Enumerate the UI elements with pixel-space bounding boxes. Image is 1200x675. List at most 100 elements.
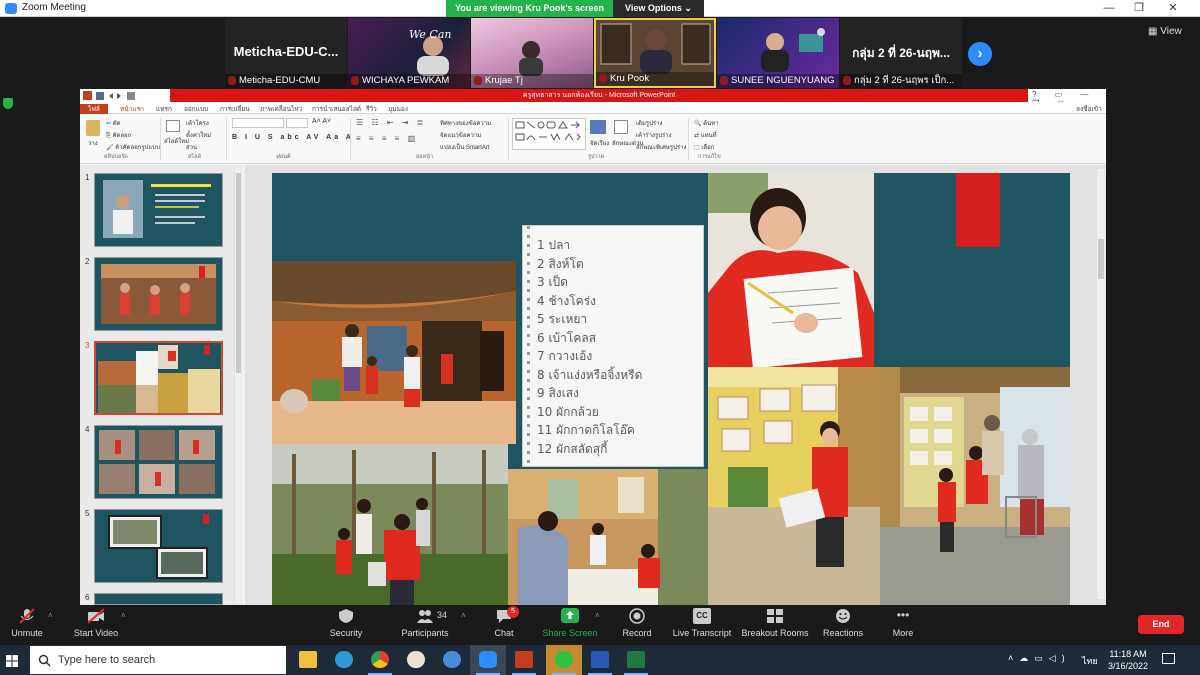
participant-tile[interactable]: Meticha-EDU-C... Meticha-EDU-CMU	[225, 18, 347, 88]
arrange-icon[interactable]	[590, 120, 606, 134]
copy-button[interactable]: ⎘ คัดลอก	[106, 130, 131, 140]
current-slide[interactable]: 1 ปลา 2 สิงห์โต 3 เป็ด 4 ช้างโคร่ง 5 ระเ…	[272, 173, 1070, 605]
participant-tile[interactable]: Krujae Tj	[471, 18, 593, 88]
participant-tile[interactable]: We Can WICHAYA PEWKAM	[348, 18, 470, 88]
security-button[interactable]: Security	[311, 608, 381, 638]
paste-icon[interactable]	[86, 120, 100, 136]
editor-scrollbar[interactable]	[1097, 169, 1105, 599]
input-language-indicator[interactable]: ไทย	[1082, 654, 1098, 668]
slide-pane-scrollbar[interactable]	[234, 167, 241, 603]
shape-outline-button[interactable]: เค้าร่างรูปร่าง	[636, 130, 672, 140]
quick-access-toolbar[interactable]	[83, 91, 163, 101]
tab-view[interactable]: มุมมอง	[388, 104, 408, 114]
tab-design[interactable]: ออกแบบ	[184, 104, 208, 114]
slide-thumbnail-2[interactable]	[94, 257, 223, 331]
record-button[interactable]: Record	[602, 608, 672, 638]
shape-fill-button[interactable]: เติมรูปร่าง	[636, 118, 662, 128]
windows-start-icon[interactable]	[6, 654, 18, 672]
slide-4-preview	[99, 430, 215, 494]
participant-tile-active-speaker[interactable]: Kru Pook	[594, 18, 716, 88]
chat-button[interactable]: 5 Chat	[469, 606, 539, 638]
live-transcript-button[interactable]: CC Live Transcript	[667, 608, 737, 638]
paste-button[interactable]: วาง	[88, 138, 98, 148]
scrollbar-thumb[interactable]	[1098, 239, 1104, 279]
shapes-gallery[interactable]	[512, 118, 586, 150]
font-name-dropdown[interactable]	[232, 118, 284, 128]
slide-1-preview	[103, 180, 211, 238]
smartart-button[interactable]: แปลงเป็น SmartArt	[440, 142, 490, 152]
paint-taskbar-icon[interactable]	[398, 645, 434, 675]
layout-button[interactable]: เค้าโครง	[186, 118, 209, 128]
ppt-ribbon-tabs: ไฟล์ หน้าแรก แทรก ออกแบบ การเปลี่ยน ภาพเ…	[80, 102, 1106, 123]
audio-options-caret-icon[interactable]: ˄	[48, 611, 53, 620]
tab-review[interactable]: รีวิว	[366, 104, 377, 114]
line-taskbar-icon[interactable]	[546, 645, 582, 675]
reset-button[interactable]: ตั้งค่าใหม่	[186, 130, 211, 140]
slide-thumbnail-6[interactable]	[94, 593, 223, 605]
encryption-shield-icon	[3, 98, 13, 109]
participants-button[interactable]: 34 Participants	[390, 608, 460, 638]
video-options-caret-icon[interactable]: ˄	[121, 611, 126, 620]
tab-animations[interactable]: ภาพเคลื่อนไหว	[260, 104, 302, 114]
arrange-button[interactable]: จัดเรียง	[590, 138, 609, 148]
minimize-button[interactable]: —	[1092, 0, 1126, 17]
slide-3-preview	[98, 345, 220, 413]
participant-tile[interactable]: SUNEE NGUENYUANG	[717, 18, 839, 88]
view-layout-button[interactable]: ▦ View	[1148, 26, 1182, 37]
system-tray-icons[interactable]: ˄☁▭◁)	[1008, 653, 1071, 664]
shape-effects-button[interactable]: ลักษณะพิเศษรูปร่าง	[636, 142, 686, 152]
share-options-caret-icon[interactable]: ˄	[595, 611, 600, 620]
maximize-button[interactable]: ❐	[1122, 0, 1156, 17]
font-style-buttons[interactable]: B I U S abc AV Aa A	[232, 134, 354, 141]
align-buttons[interactable]: ≡ ≡ ≡ ≡ ▥	[356, 134, 418, 143]
cut-button[interactable]: ✂ ตัด	[106, 118, 121, 128]
tab-slideshow[interactable]: การนำเสนอสไลด์	[312, 104, 361, 114]
zoom-taskbar-icon[interactable]	[470, 645, 506, 675]
format-painter-button[interactable]: 🖌 ตัวคัดลอกรูปแบบ	[106, 142, 160, 152]
slide-thumbnail-3-selected[interactable]	[94, 341, 223, 415]
chrome-taskbar-icon[interactable]	[362, 645, 398, 675]
excel-taskbar-icon[interactable]	[618, 645, 654, 675]
end-meeting-button[interactable]: End	[1138, 615, 1184, 634]
slide-number: 5	[85, 509, 90, 518]
font-size-dropdown[interactable]	[286, 118, 308, 128]
more-button[interactable]: ••• More	[868, 608, 938, 638]
section-button[interactable]: ส่วน	[186, 142, 197, 152]
view-options-button[interactable]: View Options ⌄	[613, 0, 704, 17]
tab-transitions[interactable]: การเปลี่ยน	[220, 104, 250, 114]
quick-styles-icon[interactable]	[614, 120, 628, 134]
scrollbar-thumb[interactable]	[236, 173, 241, 373]
participant-tile[interactable]: กลุ่ม 2 ที่ 26-นฤพ... กลุ่ม 2 ที่ 26-นฤพ…	[840, 18, 962, 88]
tab-insert[interactable]: แทรก	[156, 104, 172, 114]
select-button[interactable]: ⬚ เลือก	[694, 142, 714, 152]
replace-button[interactable]: ⇄ แทนที่	[694, 130, 717, 140]
notifications-icon[interactable]	[1162, 653, 1175, 664]
find-button[interactable]: 🔍 ค้นหา	[694, 118, 719, 128]
share-screen-icon	[561, 608, 579, 624]
chat-unread-badge: 5	[507, 606, 519, 618]
ppt-ribbon: วาง ✂ ตัด ⎘ คัดลอก 🖌 ตัวคัดลอกรูปแบบ คลิ…	[80, 114, 1106, 164]
list-buttons[interactable]: ☰ ☷ ⇤ ⇥ ≣	[356, 118, 426, 127]
text-direction-button[interactable]: ทิศทางของข้อความ	[440, 118, 491, 128]
participant-name: WICHAYA PEWKAM	[348, 74, 470, 88]
new-slide-icon[interactable]	[166, 120, 180, 132]
breakout-rooms-button[interactable]: Breakout Rooms	[740, 608, 810, 638]
file-explorer-taskbar-icon[interactable]	[290, 645, 326, 675]
group-editing-label: การแก้ไข	[698, 154, 721, 160]
taskbar-search-box[interactable]: Type here to search	[30, 646, 286, 674]
group-slides-label: สไลด์	[188, 154, 202, 160]
participants-caret-icon[interactable]: ˄	[461, 611, 466, 620]
slide-thumbnail-4[interactable]	[94, 425, 223, 499]
browser-taskbar-icon[interactable]	[434, 645, 470, 675]
align-text-button[interactable]: จัดแนวข้อความ	[440, 130, 481, 140]
word-taskbar-icon[interactable]	[582, 645, 618, 675]
grow-shrink-font-buttons[interactable]: A˄ A˅	[312, 118, 331, 125]
taskbar-clock[interactable]: 11:18 AM 3/16/2022	[1100, 648, 1156, 672]
slide-thumbnail-5[interactable]	[94, 509, 223, 583]
powerpoint-taskbar-icon[interactable]	[506, 645, 542, 675]
close-button[interactable]: ✕	[1156, 0, 1190, 17]
slide-thumbnail-1[interactable]	[94, 173, 223, 247]
ppt-window-title: ครูสุทธาสาร นอกห้องเรียน - Microsoft Pow…	[170, 89, 1028, 102]
edge-taskbar-icon[interactable]	[326, 645, 362, 675]
next-participants-arrow-icon[interactable]: ›	[968, 42, 992, 66]
